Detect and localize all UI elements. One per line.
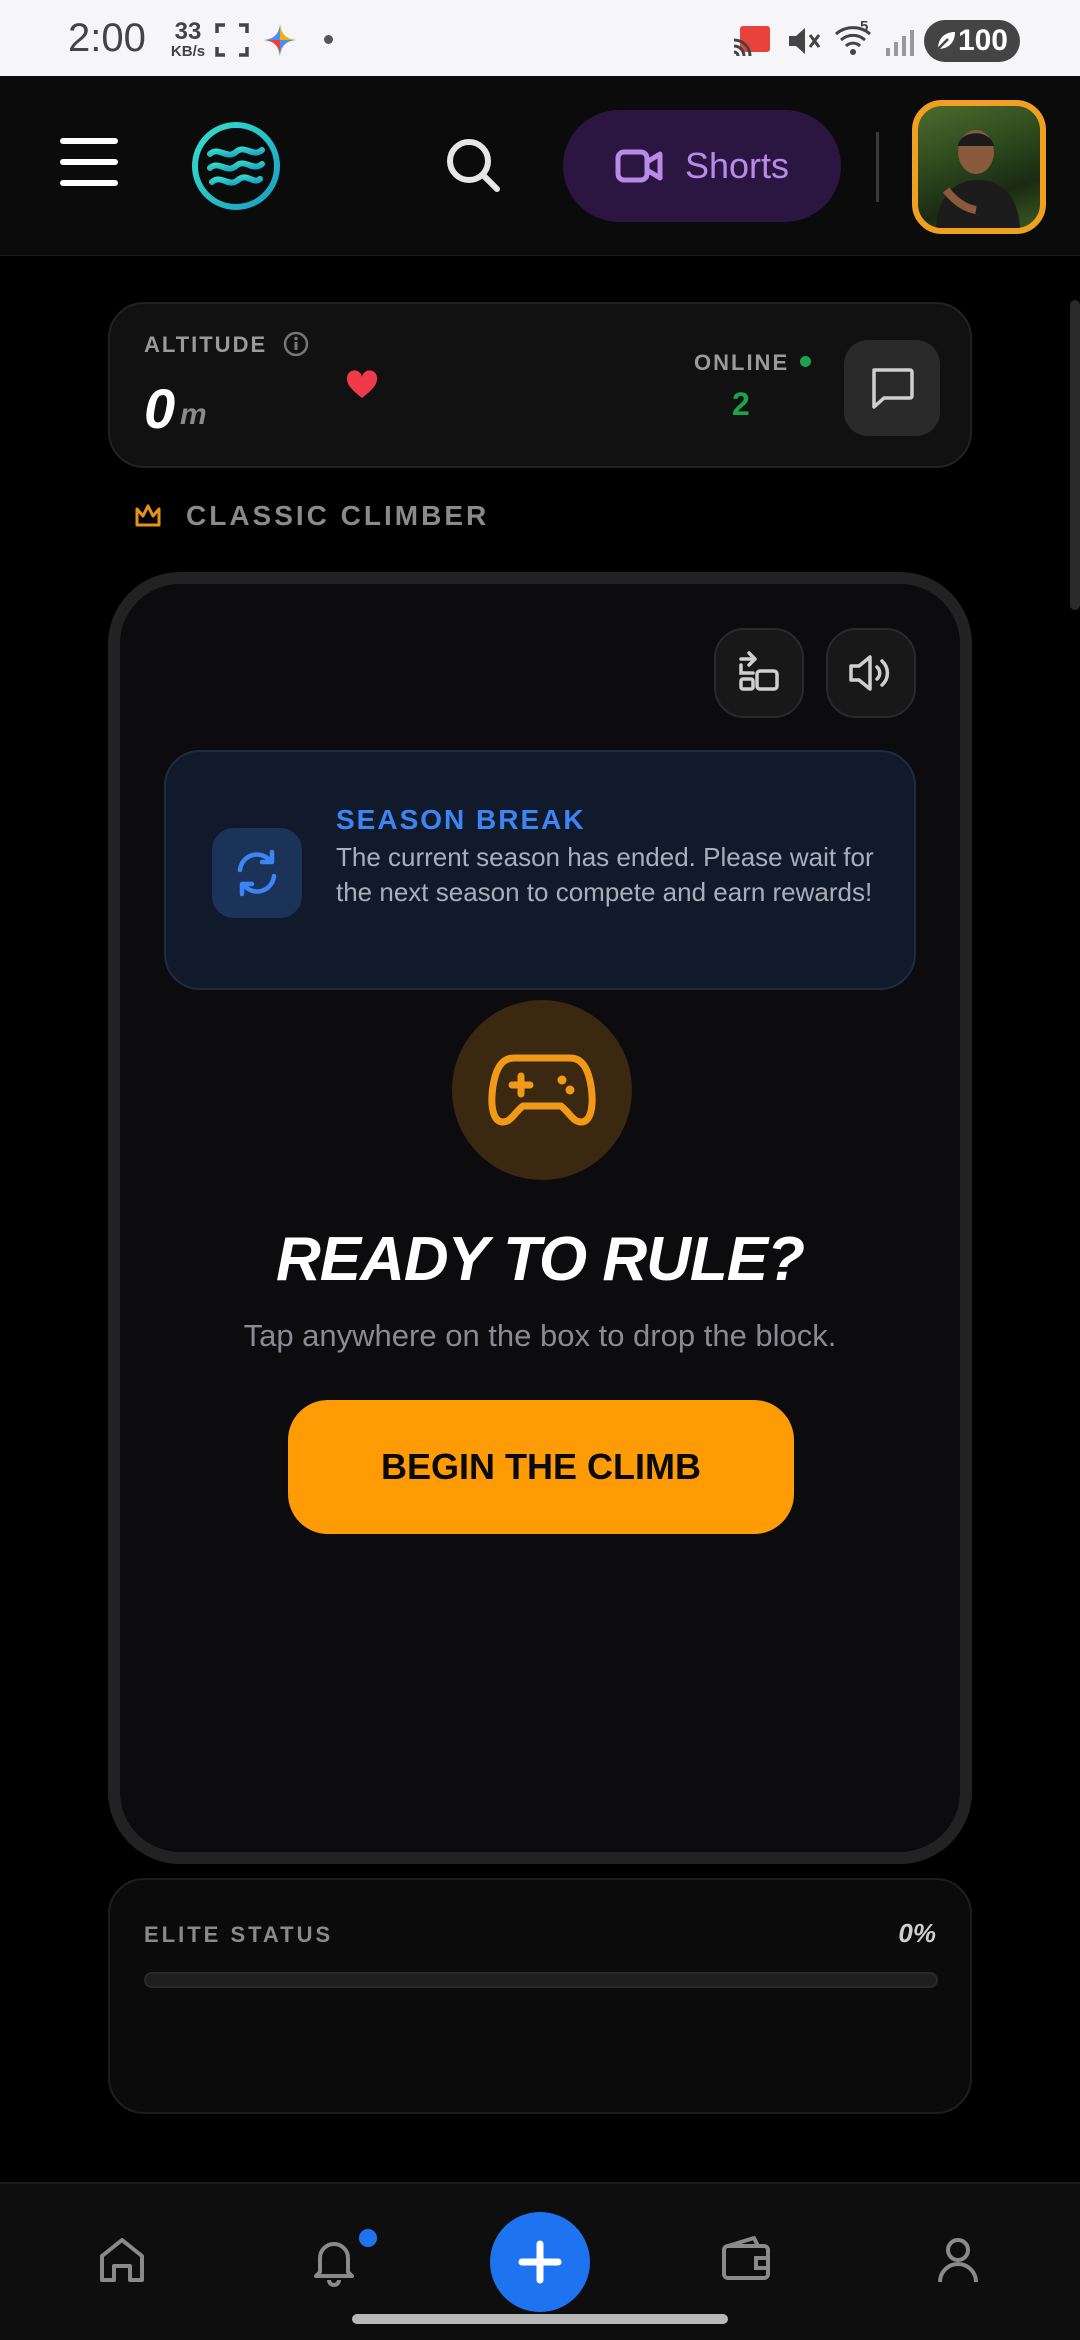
screenshot-frame-icon xyxy=(215,23,249,57)
altitude-unit: m xyxy=(180,398,207,431)
sparkle-icon xyxy=(264,24,296,56)
gamepad-icon xyxy=(488,1054,596,1126)
game-mode-row: CLASSIC CLIMBER xyxy=(134,500,489,532)
notification-badge xyxy=(356,2226,380,2250)
network-speed-unit: KB/s xyxy=(170,43,206,60)
nav-wallet[interactable] xyxy=(714,2228,778,2292)
user-avatar[interactable] xyxy=(912,100,1046,234)
elite-status-percent: 0% xyxy=(898,1918,936,1948)
season-break-notice: SEASON BREAK The current season has ende… xyxy=(164,750,916,990)
wifi-icon xyxy=(835,26,871,55)
game-mode-label: CLASSIC CLIMBER xyxy=(186,500,490,531)
switch-view-button[interactable] xyxy=(714,628,804,718)
battery-saver-icon xyxy=(937,32,955,50)
altitude-card: ALTITUDE 0 m ONLINE 2 xyxy=(108,302,972,468)
status-time: 2:00 xyxy=(68,16,146,60)
game-box[interactable]: SEASON BREAK The current season has ende… xyxy=(108,572,972,1864)
speaker-icon xyxy=(849,655,890,691)
begin-climb-button[interactable]: BEGIN THE CLIMB xyxy=(288,1400,794,1534)
plus-icon xyxy=(518,2240,562,2284)
battery-level: 100 xyxy=(957,24,1008,57)
chat-icon xyxy=(872,368,914,409)
elite-status-label: ELITE STATUS xyxy=(144,1922,334,1947)
cast-icon xyxy=(733,26,770,57)
menu-line xyxy=(60,180,118,186)
scrollbar[interactable] xyxy=(1070,300,1080,610)
home-icon xyxy=(100,2238,144,2282)
menu-button[interactable] xyxy=(60,138,118,186)
wifi-label: 5 xyxy=(860,18,869,35)
elite-status-card: ELITE STATUS 0% xyxy=(108,1878,972,2114)
create-button[interactable] xyxy=(490,2212,590,2312)
heart-icon xyxy=(346,370,378,398)
mute-icon xyxy=(789,28,821,54)
bottom-navigation xyxy=(0,2182,1080,2340)
chat-button[interactable] xyxy=(844,340,940,436)
gamepad-badge xyxy=(452,1000,632,1180)
app-header: Shorts xyxy=(0,76,1080,256)
crown-icon xyxy=(135,504,161,527)
search-icon[interactable] xyxy=(444,136,502,194)
menu-line xyxy=(60,138,118,144)
ready-title: READY TO RULE? xyxy=(276,1225,805,1294)
network-speed: 33 KB/s xyxy=(168,18,208,60)
info-icon[interactable] xyxy=(282,330,310,358)
network-speed-value: 33 xyxy=(174,18,202,45)
online-label: ONLINE xyxy=(694,350,790,375)
switch-icon xyxy=(739,651,779,691)
app-logo-icon[interactable] xyxy=(190,120,282,212)
season-message: The current season has ended. Please wai… xyxy=(336,842,874,907)
avatar-photo-icon xyxy=(936,130,1020,228)
profile-icon xyxy=(938,2238,978,2283)
wallet-icon xyxy=(722,2236,770,2280)
season-icon-wrap xyxy=(212,828,302,918)
altitude-value: 0 xyxy=(144,377,176,440)
battery-indicator: 100 xyxy=(924,20,1020,62)
elite-progress-track xyxy=(144,1972,938,1988)
sound-toggle-button[interactable] xyxy=(826,628,916,718)
ready-subtitle: Tap anywhere on the box to drop the bloc… xyxy=(243,1318,837,1353)
season-title: SEASON BREAK xyxy=(336,804,586,835)
shorts-label: Shorts xyxy=(684,145,790,186)
home-indicator[interactable] xyxy=(352,2314,728,2324)
video-camera-icon xyxy=(615,149,663,183)
shorts-button[interactable]: Shorts xyxy=(563,110,841,222)
nav-profile[interactable] xyxy=(926,2228,990,2292)
signal-icon xyxy=(886,30,914,56)
refresh-icon xyxy=(237,849,277,897)
bell-icon xyxy=(314,2242,354,2287)
header-divider xyxy=(876,132,879,202)
online-count: 2 xyxy=(732,386,750,422)
status-bar: 2:00 33 KB/s 5 100 xyxy=(0,0,1080,76)
nav-home[interactable] xyxy=(90,2228,154,2292)
altitude-label: ALTITUDE xyxy=(144,332,268,357)
online-status-dot xyxy=(800,356,811,367)
notification-dot-icon xyxy=(324,35,333,44)
menu-line xyxy=(60,159,118,165)
